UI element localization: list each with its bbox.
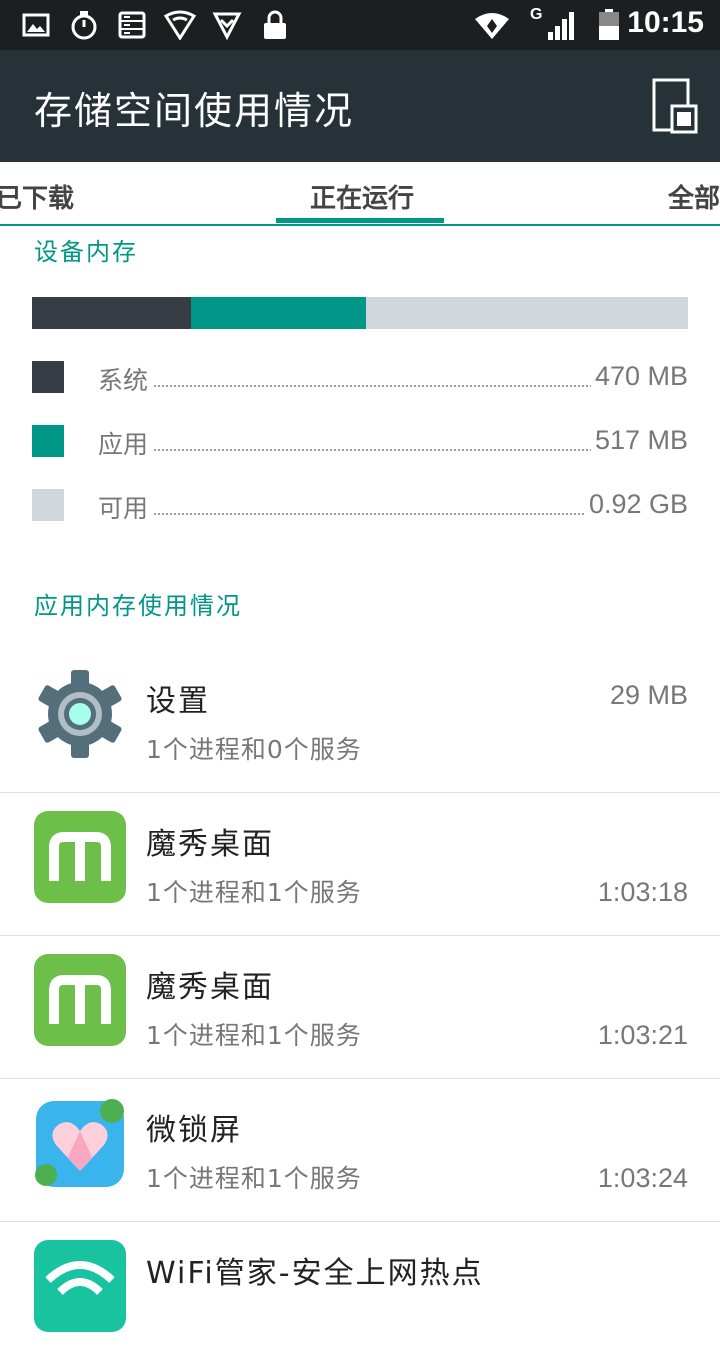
apps-color-swatch (32, 425, 64, 457)
settings-gear-icon (34, 668, 126, 760)
app-name: 设置 (146, 684, 210, 719)
free-color-swatch (32, 489, 64, 521)
status-time: 10:15 (627, 6, 704, 39)
wifi-manager-icon (34, 1240, 126, 1332)
app-name: 魔秀桌面 (146, 827, 274, 862)
legend-label: 可用 (98, 489, 153, 525)
legend-label: 系统 (98, 361, 153, 397)
wifi-shield-icon (164, 10, 196, 40)
tab-downloaded[interactable]: 已下载 (0, 178, 74, 215)
system-color-swatch (32, 361, 64, 393)
app-name: WiFi管家-安全上网热点 (146, 1256, 484, 1291)
tab-all[interactable]: 全部 (668, 178, 720, 215)
legend-row-system: 系统 470 MB (32, 361, 688, 397)
legend-value: 517 MB (590, 425, 688, 456)
app-name: 微锁屏 (146, 1113, 242, 1148)
moxiu-launcher-icon (34, 811, 126, 903)
tab-strip: 已下载 正在运行 全部 (0, 162, 720, 226)
legend-row-free: 可用 0.92 GB (32, 489, 688, 525)
battery-icon (598, 9, 620, 40)
app-process-count: 1个进程和1个服务 (146, 878, 362, 907)
app-row-wifi-manager[interactable]: WiFi管家-安全上网热点 (0, 1222, 720, 1364)
page-title: 存储空间使用情况 (34, 89, 355, 133)
moxiu-launcher-icon (34, 954, 126, 1046)
legend-value: 470 MB (590, 361, 688, 392)
app-row-moxiu-1[interactable]: 魔秀桌面 1个进程和1个服务 1:03:18 (0, 793, 720, 936)
legend-label: 应用 (98, 425, 153, 461)
cell-signal-icon (546, 10, 578, 40)
heart-lockscreen-icon (34, 1097, 126, 1189)
stopwatch-icon (70, 10, 98, 40)
app-running-time: 1:03:18 (597, 877, 688, 907)
action-bar: 存储空间使用情况 (0, 50, 720, 162)
app-row-moxiu-2[interactable]: 魔秀桌面 1个进程和1个服务 1:03:21 (0, 936, 720, 1079)
wifi-signal-icon (474, 10, 510, 40)
app-running-time: 1:03:21 (597, 1020, 688, 1050)
tab-underline (0, 224, 720, 226)
app-process-count: 1个进程和1个服务 (146, 1164, 362, 1193)
app-name: 魔秀桌面 (146, 970, 274, 1005)
app-process-count: 1个进程和0个服务 (146, 735, 362, 764)
tab-running[interactable]: 正在运行 (310, 178, 414, 215)
image-notification-icon (22, 10, 50, 40)
app-running-time: 1:03:24 (597, 1163, 688, 1193)
device-memory-heading: 设备内存 (34, 238, 138, 266)
app-process-count: 1个进程和1个服务 (146, 1021, 362, 1050)
free-usage-segment (365, 297, 688, 329)
lock-icon (262, 10, 288, 40)
app-usage-segment (190, 297, 366, 329)
status-bar: G 10:15 (0, 0, 720, 50)
legend-row-apps: 应用 517 MB (32, 425, 688, 461)
legend-value: 0.92 GB (584, 489, 688, 520)
system-usage-segment (32, 297, 191, 329)
sd-card-toggle-icon[interactable] (652, 78, 698, 138)
leader-dots (150, 449, 612, 451)
app-memory-size: 29 MB (609, 680, 688, 710)
app-memory-heading: 应用内存使用情况 (34, 592, 242, 620)
leader-dots (150, 385, 612, 387)
shield-check-icon (212, 10, 242, 40)
storage-notification-icon (118, 10, 146, 40)
memory-usage-bar (32, 297, 688, 329)
tab-selected-indicator (276, 218, 444, 223)
leader-dots (150, 513, 612, 515)
app-row-settings[interactable]: 设置 1个进程和0个服务 29 MB (0, 650, 720, 793)
network-type-label: G (530, 6, 543, 23)
app-row-weisuoping[interactable]: 微锁屏 1个进程和1个服务 1:03:24 (0, 1079, 720, 1222)
